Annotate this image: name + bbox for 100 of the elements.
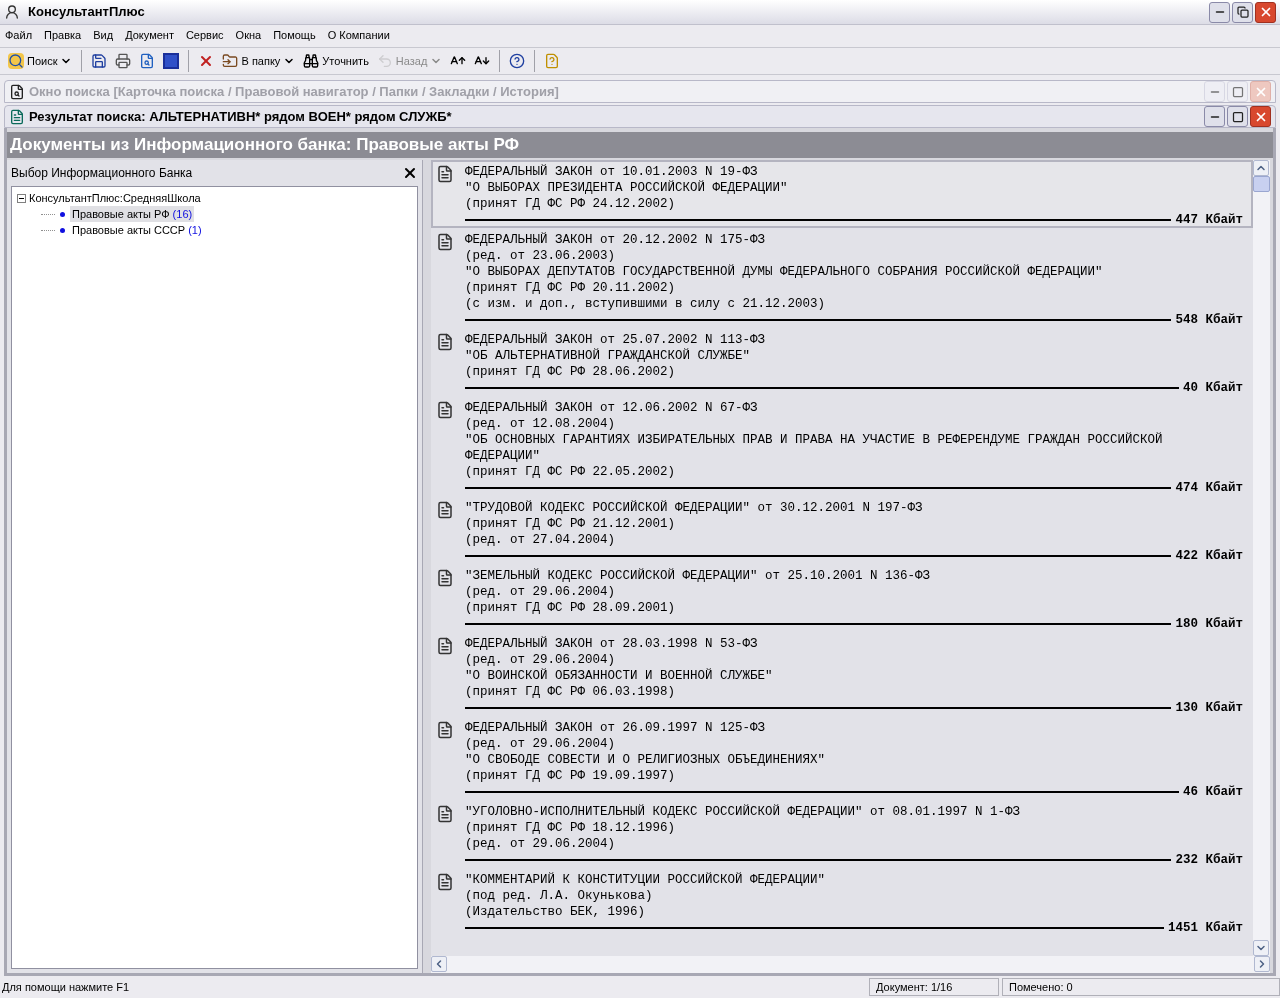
restore-button[interactable]	[1232, 1, 1253, 23]
scroll-right-button[interactable]	[1254, 956, 1270, 972]
collapse-toggle[interactable]	[17, 193, 26, 203]
scroll-left-button[interactable]	[431, 956, 447, 972]
document-text: (ред. от 29.06.2004)	[465, 584, 617, 600]
binoculars-icon	[303, 53, 320, 69]
scroll-up-button[interactable]	[1253, 160, 1269, 176]
save-icon	[91, 53, 108, 69]
toolbar-button[interactable]: В папку	[220, 50, 298, 72]
menu-item[interactable]: Окна	[234, 27, 263, 44]
menu-item[interactable]: Помощь	[272, 27, 317, 44]
document-size: 232 Кбайт	[1175, 852, 1243, 868]
document-text: ФЕДЕРАЛЬНЫЙ ЗАКОН от 25.07.2002 N 113-ФЗ	[465, 332, 767, 348]
menu-item[interactable]: Вид	[92, 27, 115, 44]
tree-item[interactable]: Правовые акты РФ (16)	[70, 205, 195, 223]
document-icon	[436, 720, 454, 740]
back-arrow-icon	[376, 53, 393, 69]
banner: Документы из Информационного банка: Правовые акты РФ	[7, 132, 1273, 158]
document-text: "УГОЛОВНО-ИСПОЛНИТЕЛЬНЫЙ КОДЕКС РОССИЙСКОЙ ФЕДЕРАЦИИ" от 08.01.1997 N 1-ФЗ	[465, 804, 1022, 820]
toolbar-button[interactable]: Поиск	[6, 50, 75, 72]
help-icon	[509, 53, 526, 69]
document-text: (принят ГД ФС РФ 22.05.2002)	[465, 464, 677, 480]
scroll-thumb[interactable]	[1253, 176, 1270, 192]
document-text: (ред. от 23.06.2003)	[465, 248, 617, 264]
bullet-icon	[60, 211, 65, 217]
document-entry[interactable]: "КОММЕНТАРИЙ К КОНСТИТУЦИИ РОССИЙСКОЙ ФЕДЕРАЦИИ" (под ред. Л.А. Окунькова) (Издательство БЕК, 1996) 1451 Кбайт	[431, 868, 1253, 936]
toolbar-button[interactable]: Уточнить	[301, 50, 371, 72]
document-icon	[436, 872, 454, 892]
document-text: (под ред. Л.А. Окунькова)	[465, 888, 654, 904]
document-size: 46 Кбайт	[1183, 784, 1243, 800]
document-text: ФЕДЕРАЦИИ"	[465, 448, 541, 464]
document-text: ФЕДЕРАЛЬНЫЙ ЗАКОН от 12.06.2002 N 67-ФЗ	[465, 400, 759, 416]
toolbar-button[interactable]	[161, 50, 182, 72]
menu-item[interactable]: Сервис	[184, 27, 225, 44]
document-text: (ред. от 29.06.2004)	[465, 736, 617, 752]
document-size: 180 Кбайт	[1175, 616, 1243, 632]
document-icon	[436, 164, 454, 184]
document-text: "ОБ АЛЬТЕРНАТИВНОЙ ГРАЖДАНСКОЙ СЛУЖБЕ"	[465, 348, 752, 364]
question-document-icon	[544, 53, 561, 69]
close-button[interactable]	[402, 165, 418, 181]
maximize-button[interactable]	[1227, 106, 1248, 127]
menu-item[interactable]: Файл	[4, 27, 34, 44]
document-text: "ТРУДОВОЙ КОДЕКС РОССИЙСКОЙ ФЕДЕРАЦИИ" от 30.12.2001 N 197-ФЗ	[465, 500, 924, 516]
document-text: "ЗЕМЕЛЬНЫЙ КОДЕКС РОССИЙСКОЙ ФЕДЕРАЦИИ" от 25.10.2001 N 136-ФЗ	[465, 568, 932, 584]
search-icon	[8, 53, 24, 69]
document-text: "О ВЫБОРАХ ДЕПУТАТОВ ГОСУДАРСТВЕННОЙ ДУМЫ ФЕДЕРАЛЬНОГО СОБРАНИЯ РОССИЙСКОЙ ФЕДЕРАЦИИ"	[465, 264, 1104, 280]
document-entry[interactable]: "УГОЛОВНО-ИСПОЛНИТЕЛЬНЫЙ КОДЕКС РОССИЙСКОЙ ФЕДЕРАЦИИ" от 08.01.1997 N 1-ФЗ (принят ГД ФС РФ 18.12.1996) (ред. от 29.06.2004) 232 Кбайт	[431, 800, 1253, 868]
minimize-button[interactable]	[1209, 1, 1230, 23]
document-text: ФЕДЕРАЛЬНЫЙ ЗАКОН от 26.09.1997 N 125-ФЗ	[465, 720, 767, 736]
menu-item[interactable]: Документ	[124, 27, 175, 44]
scroll-down-button[interactable]	[1253, 940, 1269, 956]
document-text: (принят ГД ФС РФ 28.09.2001)	[465, 600, 677, 616]
status-marked: Помечено: 0	[1002, 977, 1280, 997]
close-icon	[402, 165, 418, 181]
document-size: 447 Кбайт	[1175, 212, 1243, 228]
status-document: Документ: 1/16	[869, 977, 999, 997]
document-text: (ред. от 27.04.2004)	[465, 532, 617, 548]
print-icon	[115, 53, 132, 69]
document-text: "ОБ ОСНОВНЫХ ГАРАНТИЯХ ИЗБИРАТЕЛЬНЫХ ПРАВ И ПРАВА НА УЧАСТИЕ В РЕФЕРЕНДУМЕ ГРАЖДАН РОССИЙСКОЙ	[465, 432, 1164, 448]
tree-item[interactable]: КонсультантПлюс:СредняяШкола	[29, 189, 201, 207]
folder-icon	[222, 53, 239, 69]
document-text: (принят ГД ФС РФ 28.06.2002)	[465, 364, 677, 380]
document-entry[interactable]: "ТРУДОВОЙ КОДЕКС РОССИЙСКОЙ ФЕДЕРАЦИИ" от 30.12.2001 N 197-ФЗ (принят ГД ФС РФ 21.12.2001) (ред. от 27.04.2004) 422 Кбайт	[431, 496, 1253, 564]
document-entry[interactable]: ФЕДЕРАЛЬНЫЙ ЗАКОН от 26.09.1997 N 125-ФЗ (ред. от 29.06.2004) "О СВОБОДЕ СОВЕСТИ И О РЕЛИГИОЗНЫХ ОБЪЕДИНЕНИЯХ" (принят ГД ФС РФ 19.09.1997) 46 Кбайт	[431, 716, 1253, 800]
restore-icon	[1236, 6, 1249, 18]
document-text: "КОММЕНТАРИЙ К КОНСТИТУЦИИ РОССИЙСКОЙ ФЕДЕРАЦИИ"	[465, 872, 827, 888]
document-text: ФЕДЕРАЛЬНЫЙ ЗАКОН от 20.12.2002 N 175-ФЗ	[465, 232, 767, 248]
maximize-icon	[1231, 85, 1244, 98]
window-title: Результат поиска: АЛЬТЕРНАТИВН* рядом ВОЕН* рядом СЛУЖБ*	[29, 107, 452, 126]
menu-item[interactable]: Правка	[43, 27, 83, 44]
document-size: 40 Кбайт	[1183, 380, 1243, 396]
document-size: 1451 Кбайт	[1168, 920, 1243, 936]
status-text: Для помощи нажмите F1	[1, 979, 131, 995]
tree-item[interactable]: Правовые акты СССР (1)	[70, 221, 204, 239]
close-button[interactable]	[1250, 106, 1271, 127]
document-text: (принят ГД ФС РФ 21.12.2001)	[465, 516, 677, 532]
result-window-icon	[9, 108, 25, 125]
document-size: 548 Кбайт	[1175, 312, 1243, 328]
document-text: "О ВЫБОРАХ ПРЕЗИДЕНТА РОССИЙСКОЙ ФЕДЕРАЦИИ"	[465, 180, 789, 196]
document-text: (принят ГД ФС РФ 24.12.2002)	[465, 196, 677, 212]
document-size: 130 Кбайт	[1175, 700, 1243, 716]
window-title: Окно поиска [Карточка поиска / Правовой навигатор / Папки / Закладки / История]	[29, 82, 559, 101]
document-text: (ред. от 12.08.2004)	[465, 416, 617, 432]
document-entry[interactable]: ФЕДЕРАЛЬНЫЙ ЗАКОН от 10.01.2003 N 19-ФЗ "О ВЫБОРАХ ПРЕЗИДЕНТА РОССИЙСКОЙ ФЕДЕРАЦИИ" (принят ГД ФС РФ 24.12.2002) 447 Кбайт	[431, 160, 1253, 228]
document-text: (принят ГД ФС РФ 18.12.1996)	[465, 820, 677, 836]
document-icon	[436, 332, 454, 352]
document-icon	[436, 400, 454, 420]
document-text: (ред. от 29.06.2004)	[465, 836, 617, 852]
minimize-button[interactable]	[1204, 106, 1225, 127]
document-text: (Издательство БЕК, 1996)	[465, 904, 647, 920]
menu-item[interactable]: О Компании	[326, 27, 391, 44]
document-entry[interactable]: ФЕДЕРАЛЬНЫЙ ЗАКОН от 25.07.2002 N 113-ФЗ "ОБ АЛЬТЕРНАТИВНОЙ ГРАЖДАНСКОЙ СЛУЖБЕ" (принят ГД ФС РФ 28.06.2002) 40 Кбайт	[431, 328, 1253, 396]
preview-icon	[139, 53, 156, 69]
close-button[interactable]	[1255, 1, 1276, 23]
document-entry[interactable]: ФЕДЕРАЛЬНЫЙ ЗАКОН от 28.03.1998 N 53-ФЗ (ред. от 29.06.2004) "О ВОИНСКОЙ ОБЯЗАННОСТИ И ВОЕННОЙ СЛУЖБЕ" (принят ГД ФС РФ 06.03.1998) 130 Кбайт	[431, 632, 1253, 716]
document-entry[interactable]: "ЗЕМЕЛЬНЫЙ КОДЕКС РОССИЙСКОЙ ФЕДЕРАЦИИ" от 25.10.2001 N 136-ФЗ (ред. от 29.06.2004) (принят ГД ФС РФ 28.09.2001) 180 Кбайт	[431, 564, 1253, 632]
document-icon	[436, 500, 454, 520]
document-text: (с изм. и доп., вступившими в силу с 21.12.2003)	[465, 296, 827, 312]
document-icon	[436, 804, 454, 824]
maximize-icon	[1231, 110, 1244, 123]
